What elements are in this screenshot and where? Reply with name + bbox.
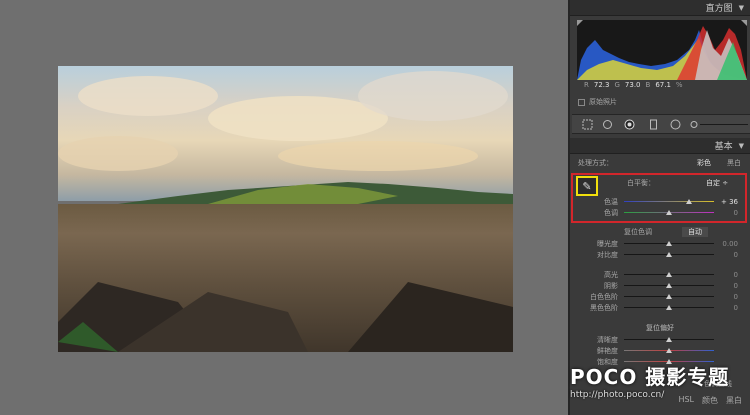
vibrance-label: 鲜艳度 xyxy=(597,346,618,355)
exposure-value[interactable]: 0.00 xyxy=(722,240,738,248)
whites-value[interactable]: 0 xyxy=(734,293,738,301)
r-value: 72.3 xyxy=(593,81,610,89)
checkbox-icon[interactable] xyxy=(578,98,585,106)
g-value: 73.0 xyxy=(624,81,641,89)
photo-cloud xyxy=(358,71,508,121)
shadows-label: 阴影 xyxy=(604,281,618,290)
shadow-clip-icon[interactable] xyxy=(577,20,583,26)
highlights-slider[interactable] xyxy=(624,272,714,277)
photo-cloud xyxy=(278,141,478,171)
contrast-value[interactable]: 0 xyxy=(734,251,738,259)
b-value: 67.1 xyxy=(655,81,671,89)
original-photo-label: 原始照片 xyxy=(589,98,617,106)
b-label: B xyxy=(645,81,651,89)
contrast-slider-knob[interactable] xyxy=(666,252,672,257)
photo-roofs xyxy=(58,282,513,352)
image-canvas[interactable] xyxy=(0,0,568,415)
highlights-value[interactable]: 0 xyxy=(734,271,738,279)
red-eye-icon[interactable] xyxy=(624,119,635,130)
blacks-value[interactable]: 0 xyxy=(734,304,738,312)
reset-tone-label[interactable]: 复位色调 xyxy=(624,227,652,237)
photo-cloud xyxy=(78,76,218,116)
shadows-slider[interactable] xyxy=(624,283,714,288)
collapse-triangle-icon[interactable]: ▼ xyxy=(739,4,744,12)
white-balance-eyedropper-icon[interactable]: ✎ xyxy=(576,176,598,196)
blacks-slider-knob[interactable] xyxy=(666,305,672,310)
tone-header-row: 复位色调 自动 xyxy=(570,226,750,237)
clarity-label: 清晰度 xyxy=(597,335,618,344)
contrast-label: 对比度 xyxy=(597,250,618,259)
spot-removal-icon[interactable] xyxy=(602,119,613,130)
clarity-slider[interactable] xyxy=(624,337,714,342)
shadows-row: 阴影 0 xyxy=(570,280,750,291)
highlight-clip-icon[interactable] xyxy=(741,20,747,26)
treatment-row: 处理方式： 彩色 黑白 xyxy=(570,157,750,168)
exposure-slider-knob[interactable] xyxy=(666,241,672,246)
clarity-row: 清晰度 xyxy=(570,334,750,345)
whites-row: 白色色阶 0 xyxy=(570,291,750,302)
shadows-slider-knob[interactable] xyxy=(666,283,672,288)
treatment-bw-option[interactable]: 黑白 xyxy=(727,158,741,168)
photo-preview[interactable] xyxy=(58,66,513,352)
vibrance-slider[interactable] xyxy=(624,348,714,353)
crop-icon[interactable] xyxy=(582,119,593,130)
blacks-row: 黑色色阶 0 xyxy=(570,302,750,313)
blacks-label: 黑色色阶 xyxy=(590,303,618,312)
exposure-label: 曝光度 xyxy=(597,239,618,248)
original-photo-toggle[interactable]: 原始照片 xyxy=(578,97,617,107)
highlights-label: 高光 xyxy=(604,270,618,279)
basic-header[interactable]: 基本 ▼ xyxy=(570,138,750,154)
contrast-slider[interactable] xyxy=(624,252,714,257)
collapse-triangle-icon[interactable]: ▼ xyxy=(739,142,744,150)
vibrance-slider-knob[interactable] xyxy=(666,348,672,353)
graduated-filter-icon[interactable] xyxy=(648,119,659,130)
tool-strip xyxy=(572,114,750,134)
blacks-slider[interactable] xyxy=(624,305,714,310)
highlights-row: 高光 0 xyxy=(570,269,750,280)
exposure-row: 曝光度 0.00 xyxy=(570,238,750,249)
whites-slider[interactable] xyxy=(624,294,714,299)
photo-cloud xyxy=(58,136,178,171)
clarity-slider-knob[interactable] xyxy=(666,337,672,342)
vibrance-row: 鲜艳度 xyxy=(570,345,750,356)
highlights-slider-knob[interactable] xyxy=(666,272,672,277)
whites-slider-knob[interactable] xyxy=(666,294,672,299)
basic-title: 基本 xyxy=(714,142,733,152)
reset-presence-label[interactable]: 复位偏好 xyxy=(570,323,750,333)
shadows-value[interactable]: 0 xyxy=(734,282,738,290)
histogram xyxy=(577,20,747,80)
treatment-color-option[interactable]: 彩色 xyxy=(697,158,711,168)
whites-label: 白色色阶 xyxy=(590,292,618,301)
radial-filter-icon[interactable] xyxy=(670,119,681,130)
histogram-header[interactable]: 直方图 ▼ xyxy=(570,0,750,16)
g-label: G xyxy=(614,81,620,89)
rgb-readout: R 72.3 G 73.0 B 67.1 % xyxy=(584,81,683,89)
contrast-row: 对比度 0 xyxy=(570,249,750,260)
watermark-title: POCO 摄影专题 xyxy=(570,365,730,389)
histogram-title: 直方图 xyxy=(705,4,733,14)
r-label: R xyxy=(584,81,589,89)
watermark: POCO 摄影专题 http://photo.poco.cn/ xyxy=(570,361,750,400)
exposure-slider[interactable] xyxy=(624,241,714,246)
brush-size-slider[interactable] xyxy=(690,119,750,130)
percent-unit: % xyxy=(675,81,683,89)
treatment-label: 处理方式： xyxy=(578,158,613,167)
auto-tone-button[interactable]: 自动 xyxy=(682,226,708,237)
watermark-url: http://photo.poco.cn/ xyxy=(570,390,665,400)
